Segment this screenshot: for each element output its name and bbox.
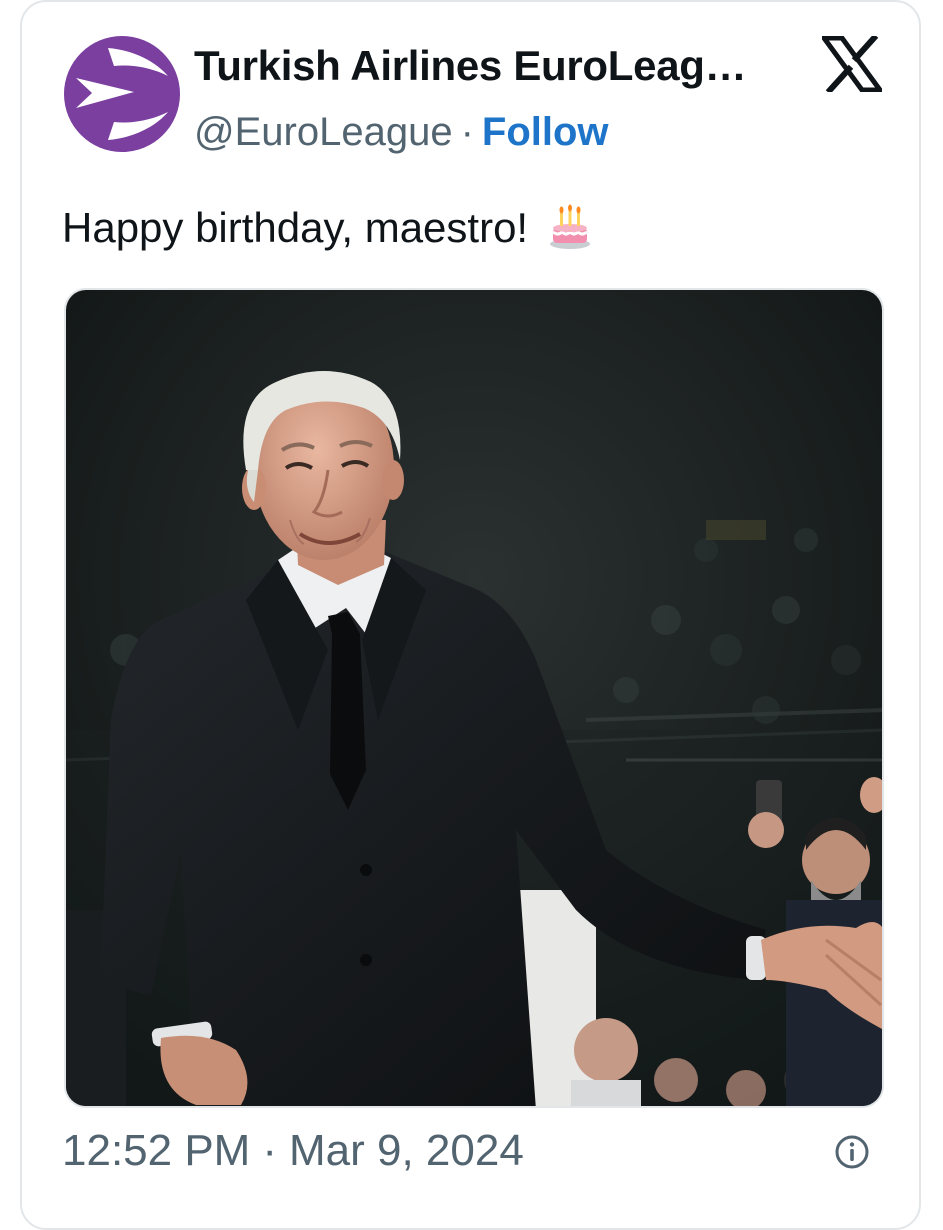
birthday-cake-icon xyxy=(548,204,592,250)
follow-button[interactable]: Follow xyxy=(482,110,609,154)
timestamp-separator: · xyxy=(262,1126,277,1175)
euroleague-avatar-icon[interactable] xyxy=(62,34,182,154)
tweet-time: 12:52 PM xyxy=(62,1126,251,1175)
handle-separator: · xyxy=(460,110,474,154)
display-name[interactable]: Turkish Airlines EuroLeag… xyxy=(194,42,747,90)
tweet-card: Turkish Airlines EuroLeag… @EuroLeague · F… xyxy=(20,0,921,1230)
tweet-date: Mar 9, 2024 xyxy=(289,1126,524,1175)
tweet-photo[interactable] xyxy=(64,288,884,1108)
tweet-text: Happy birthday, maestro! xyxy=(62,204,592,252)
handle-row: @EuroLeague · Follow xyxy=(194,110,609,155)
tweet-text-content: Happy birthday, maestro! xyxy=(62,204,529,251)
tweet-timestamp[interactable]: 12:52 PM · Mar 9, 2024 xyxy=(62,1126,524,1176)
info-icon[interactable] xyxy=(834,1134,870,1170)
account-handle[interactable]: @EuroLeague xyxy=(194,110,453,154)
x-logo-icon[interactable] xyxy=(819,33,885,95)
